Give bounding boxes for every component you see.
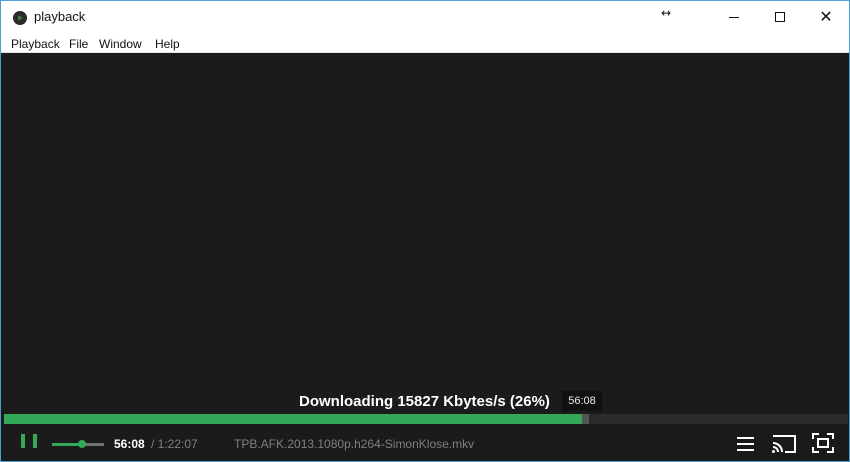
menu-window[interactable]: Window — [99, 37, 142, 51]
resize-cursor-icon: ↔ — [661, 6, 672, 20]
file-name: TPB.AFK.2013.1080p.h264-SimonKlose.mkv — [234, 437, 475, 451]
fullscreen-icon[interactable] — [812, 433, 834, 453]
title-bar[interactable]: playback ↔ ✕ — [1, 1, 849, 33]
menu-bar: Playback File Window Help — [1, 33, 849, 53]
seek-bar-played — [4, 414, 582, 424]
menu-file[interactable]: File — [69, 37, 88, 51]
app-window: playback ↔ ✕ Playback File Window Help D… — [0, 0, 850, 462]
seek-bar[interactable] — [4, 414, 848, 424]
pause-icon — [21, 434, 25, 448]
window-title: playback — [34, 9, 86, 24]
minimize-button[interactable] — [711, 1, 757, 33]
total-time: / 1:22:07 — [151, 437, 198, 451]
control-bar: 56:08 / 1:22:07 TPB.AFK.2013.1080p.h264-… — [4, 424, 848, 461]
volume-knob[interactable] — [78, 440, 86, 448]
maximize-icon — [775, 12, 785, 22]
menu-playback[interactable]: Playback — [11, 37, 60, 51]
seek-time-tooltip: 56:08 — [562, 391, 602, 411]
pause-icon — [33, 434, 37, 448]
maximize-button[interactable] — [757, 1, 803, 33]
app-icon — [13, 11, 27, 25]
current-time: 56:08 — [114, 437, 145, 451]
video-area[interactable] — [4, 54, 848, 414]
download-status: Downloading 15827 Kbytes/s (26%) — [299, 393, 550, 410]
close-icon: ✕ — [819, 7, 833, 26]
cast-icon[interactable] — [770, 434, 798, 454]
menu-help[interactable]: Help — [155, 37, 180, 51]
minimize-icon — [729, 16, 739, 18]
pause-button[interactable] — [21, 434, 37, 452]
menu-icon[interactable] — [737, 437, 754, 451]
close-button[interactable]: ✕ — [803, 1, 849, 33]
